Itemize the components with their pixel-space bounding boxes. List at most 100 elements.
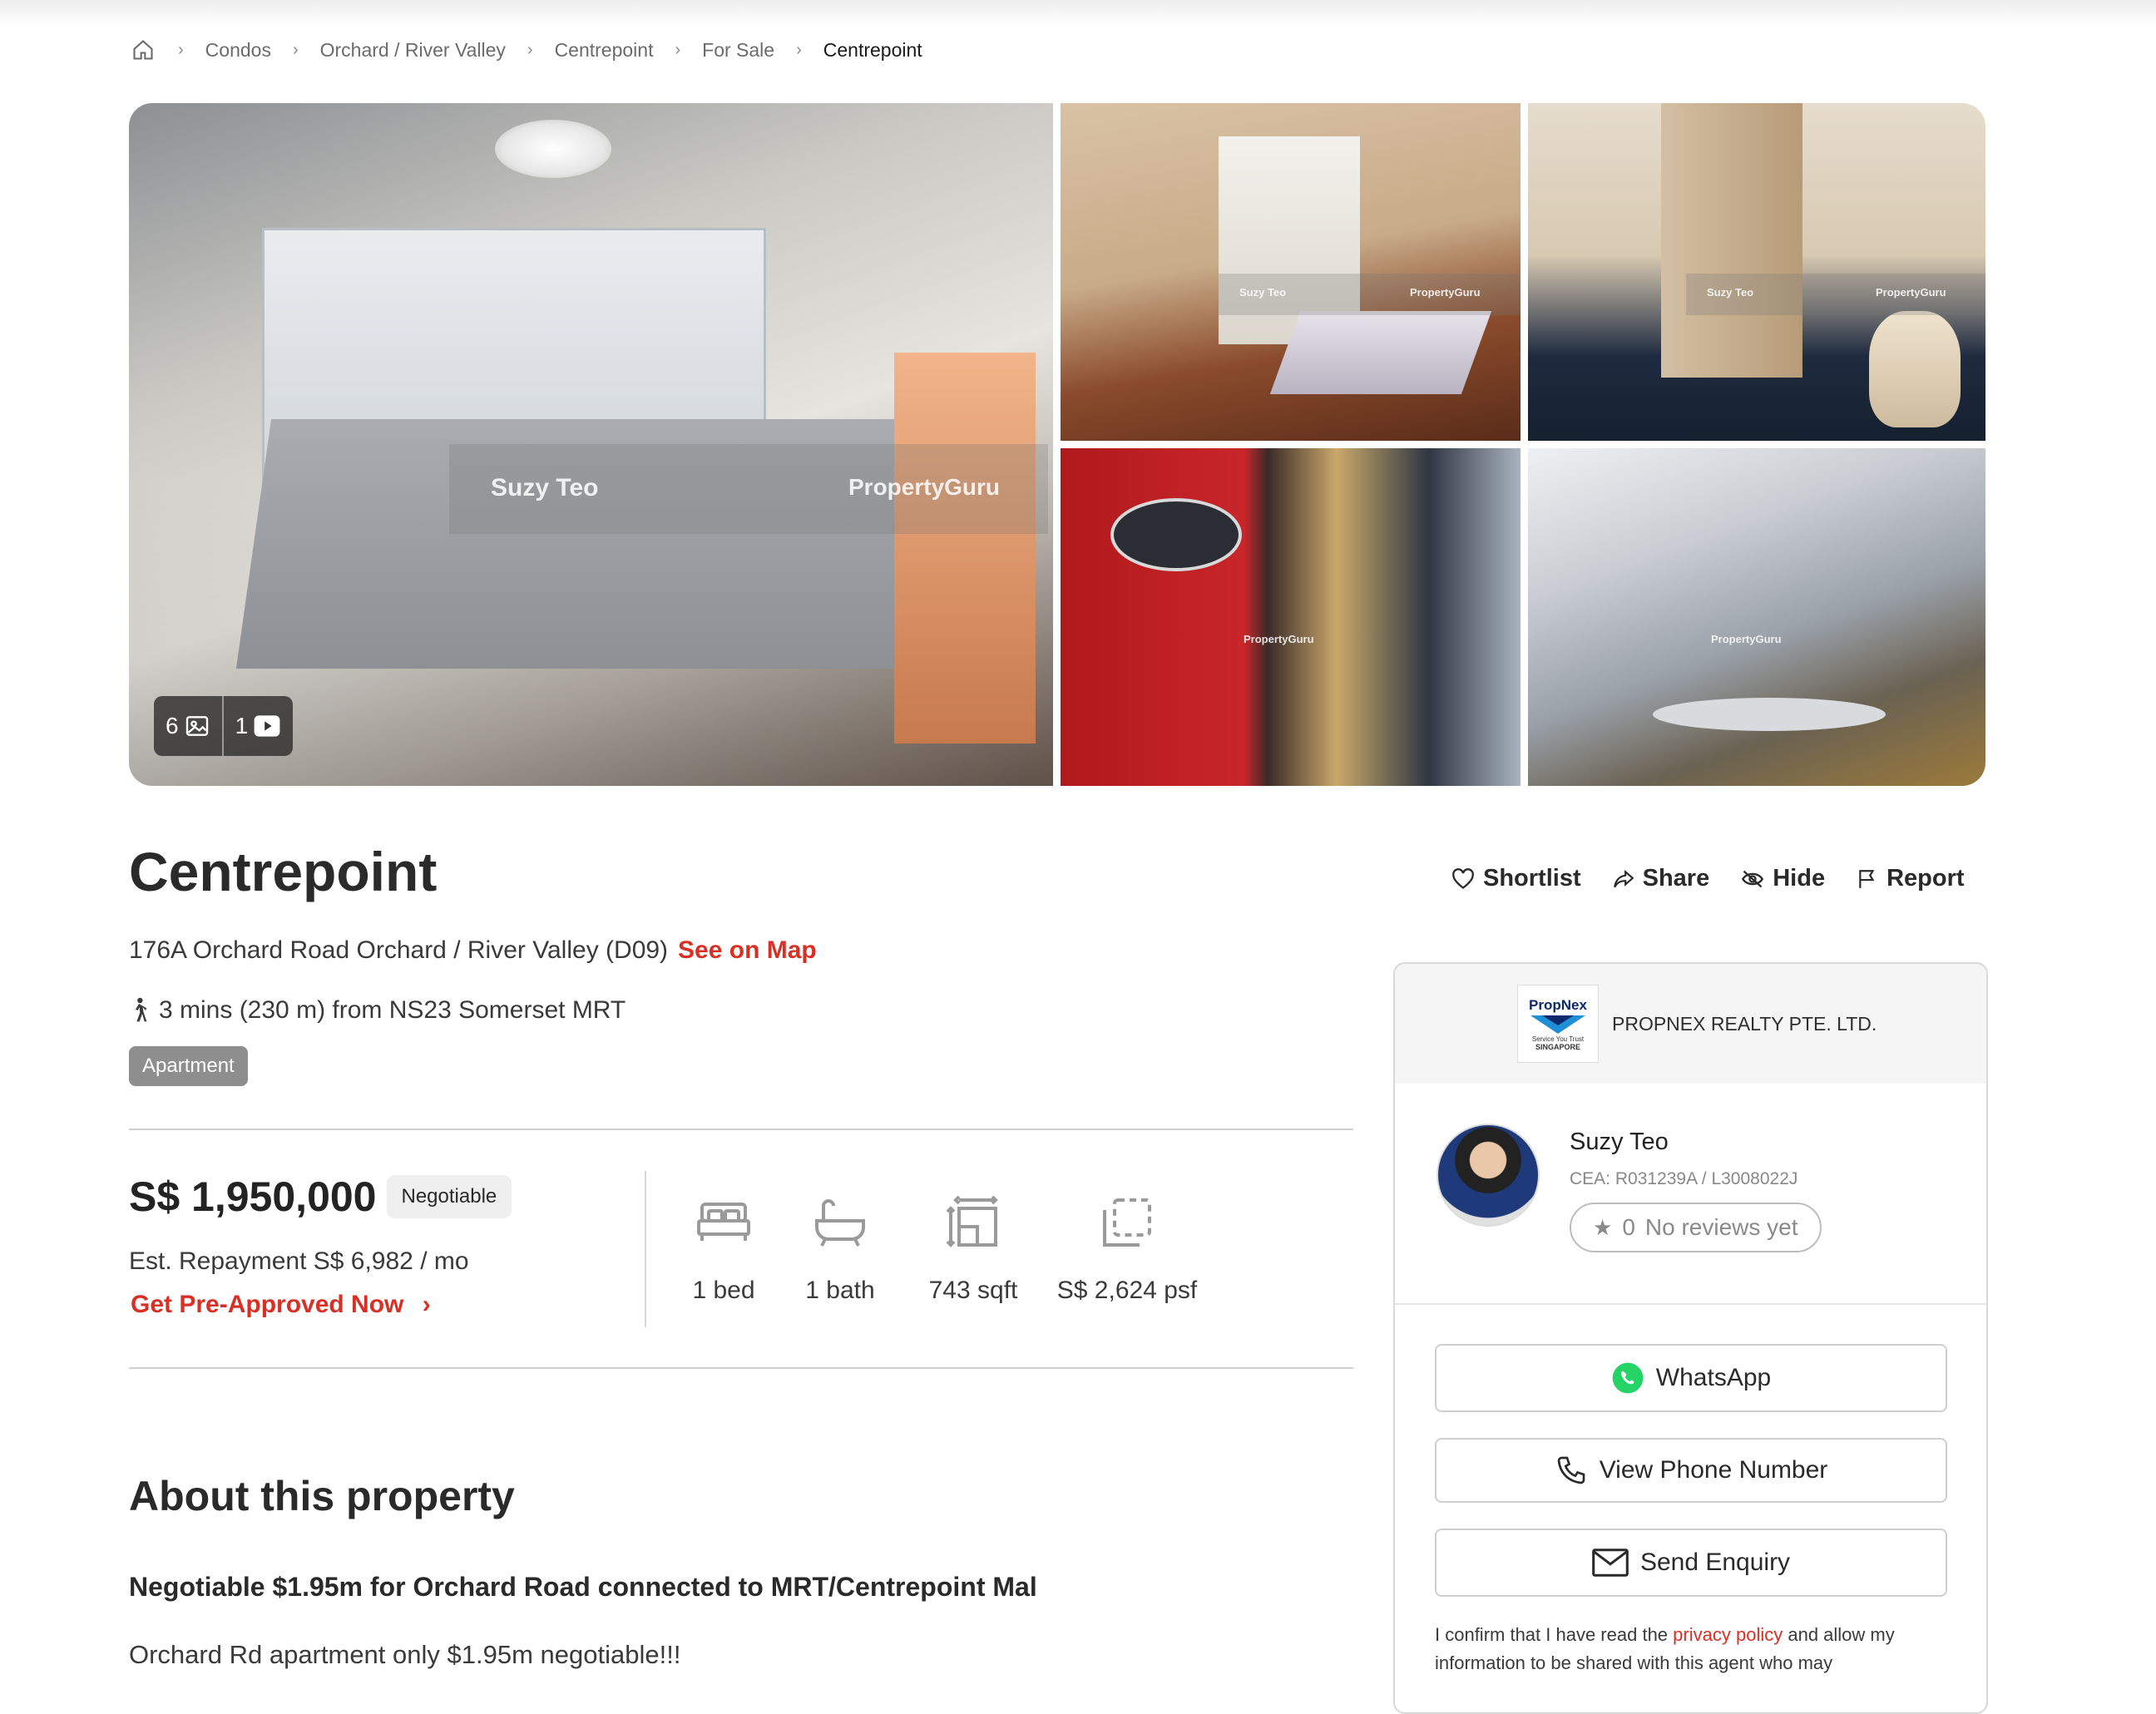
- bathroom-door: [1661, 103, 1802, 378]
- agency-name[interactable]: PROPNEX REALTY PTE. LTD.: [1612, 1013, 1877, 1035]
- propnex-chevron-icon: [1530, 1015, 1585, 1034]
- listing-title: Centrepoint: [129, 841, 438, 902]
- breadcrumb-condos[interactable]: Condos: [205, 39, 271, 62]
- address-text: 176A Orchard Road Orchard / River Valley…: [129, 936, 669, 964]
- agency-logo-text: PropNex: [1529, 996, 1587, 1013]
- see-on-map-link[interactable]: See on Map: [678, 936, 817, 965]
- share-icon: [1613, 869, 1634, 887]
- mrt-text: 3 mins (230 m) from NS23 Somerset MRT: [159, 996, 626, 1024]
- image-icon: [185, 716, 208, 736]
- photo-gallery[interactable]: Suzy Teo PropertyGuru 6 1 Suzy Teo Prope…: [129, 103, 1985, 786]
- mrt-distance: 3 mins (230 m) from NS23 Somerset MRT: [129, 996, 626, 1025]
- listing-headline: Negotiable $1.95m for Orchard Road conne…: [129, 1572, 1037, 1602]
- media-count-badge[interactable]: 6 1: [154, 696, 294, 756]
- photo-building-exterior[interactable]: PropertyGuru: [1061, 448, 1521, 786]
- agent-profile[interactable]: Suzy Teo CEA: R031239A / L3008022J ★ 0 N…: [1437, 1124, 1822, 1252]
- spec-baths: 1 bath: [774, 1193, 907, 1305]
- watermark-brand: PropertyGuru: [1876, 286, 1946, 299]
- ceiling-light: [495, 120, 611, 178]
- chevron-right-icon: ›: [527, 40, 533, 59]
- bathtub-icon: [813, 1193, 867, 1252]
- eye-off-icon: [1742, 870, 1764, 887]
- breadcrumb-project[interactable]: Centrepoint: [555, 39, 654, 62]
- listing-address: 176A Orchard Road Orchard / River Valley…: [129, 936, 817, 965]
- send-enquiry-label: Send Enquiry: [1639, 1549, 1791, 1576]
- watermark-agent: Suzy Teo: [491, 474, 599, 501]
- hide-button[interactable]: Hide: [1741, 865, 1825, 892]
- send-enquiry-button[interactable]: Send Enquiry: [1435, 1529, 1947, 1597]
- whatsapp-button[interactable]: WhatsApp: [1435, 1344, 1947, 1412]
- psf-text: S$ 2,624 psf: [1056, 1277, 1198, 1304]
- chevron-right-icon: ›: [292, 40, 299, 59]
- photo-count-value: 6: [166, 713, 179, 738]
- price: S$ 1,950,000: [129, 1173, 377, 1220]
- shortlist-button[interactable]: Shortlist: [1451, 865, 1581, 892]
- star-icon: ★: [1593, 1214, 1613, 1240]
- toilet: [1869, 311, 1961, 427]
- bed-icon: [695, 1193, 752, 1252]
- agency-header[interactable]: PropNex Service You Trust SINGAPORE PROP…: [1395, 964, 1986, 1084]
- photo-bedroom[interactable]: Suzy Teo PropertyGuru: [1061, 103, 1521, 441]
- bed: [1269, 311, 1492, 394]
- floor-area-icon: [946, 1193, 1001, 1252]
- reviews-text: No reviews yet: [1644, 1214, 1798, 1240]
- price-row: S$ 1,950,000 Negotiable: [129, 1173, 512, 1221]
- listing-description: Orchard Rd apartment only $1.95m negotia…: [129, 1640, 681, 1669]
- agent-cea-number: CEA: R031239A / L3008022J: [1570, 1169, 1798, 1188]
- view-phone-button[interactable]: View Phone Number: [1435, 1438, 1947, 1503]
- whatsapp-icon: [1612, 1362, 1644, 1394]
- privacy-policy-link[interactable]: privacy policy: [1673, 1624, 1783, 1645]
- review-count: 0: [1622, 1214, 1635, 1240]
- listing-actions: Shortlist Share Hide Report: [1451, 865, 1965, 892]
- watermark-brand: PropertyGuru: [1410, 286, 1481, 299]
- agency-logo-tagline: Service You Trust: [1531, 1035, 1585, 1043]
- property-type-badge: Apartment: [129, 1046, 248, 1086]
- breadcrumb: › Condos › Orchard / River Valley › Cent…: [131, 33, 922, 67]
- reviews-pill[interactable]: ★ 0 No reviews yet: [1570, 1203, 1822, 1252]
- walking-icon: [136, 997, 147, 1022]
- get-pre-approved-link[interactable]: Get Pre-Approved Now ›: [131, 1291, 431, 1319]
- mail-icon: [1592, 1549, 1629, 1577]
- home-icon[interactable]: [131, 37, 156, 62]
- breadcrumb-for-sale[interactable]: For Sale: [702, 39, 774, 62]
- divider: [129, 1129, 1353, 1130]
- video-count-value: 1: [235, 713, 249, 738]
- watermark-agent: Suzy Teo: [1239, 286, 1287, 299]
- heart-icon: [1452, 867, 1474, 889]
- agent-card: PropNex Service You Trust SINGAPORE PROP…: [1393, 962, 1988, 1714]
- photo-bathroom[interactable]: Suzy Teo PropertyGuru: [1528, 103, 1985, 441]
- main-photo-kitchen[interactable]: Suzy Teo PropertyGuru 6 1: [129, 103, 1053, 786]
- pre-approved-label: Get Pre-Approved Now: [131, 1291, 404, 1318]
- canopy: [1653, 698, 1886, 731]
- spec-beds: 1 bed: [674, 1193, 774, 1305]
- flag-icon: [1859, 869, 1875, 888]
- watermark-brand: PropertyGuru: [848, 474, 1001, 500]
- round-window: [1110, 498, 1242, 571]
- play-video-icon: [254, 715, 280, 737]
- report-label: Report: [1886, 865, 1965, 892]
- video-count[interactable]: 1: [221, 696, 294, 756]
- whatsapp-label: WhatsApp: [1655, 1364, 1772, 1391]
- photo-condo-facade[interactable]: PropertyGuru: [1528, 448, 1985, 786]
- share-button[interactable]: Share: [1613, 865, 1710, 892]
- agency-logo-country: SINGAPORE: [1535, 1042, 1580, 1051]
- chevron-right-icon: ›: [796, 40, 802, 59]
- breadcrumb-district[interactable]: Orchard / River Valley: [320, 39, 506, 62]
- agent-avatar[interactable]: [1437, 1124, 1540, 1227]
- breadcrumb-current: Centrepoint: [823, 38, 922, 61]
- consent-prefix: I confirm that I have read the: [1435, 1624, 1669, 1645]
- divider: [1395, 1303, 1986, 1305]
- spec-psf: S$ 2,624 psf: [1040, 1193, 1214, 1305]
- report-button[interactable]: Report: [1857, 865, 1965, 892]
- chevron-right-icon: ›: [178, 40, 184, 59]
- hide-label: Hide: [1773, 865, 1826, 892]
- photo-count[interactable]: 6: [154, 696, 222, 756]
- doorway: [894, 353, 1036, 743]
- consent-text: I confirm that I have read the privacy p…: [1435, 1621, 1951, 1677]
- spec-area: 743 sqft: [907, 1193, 1040, 1305]
- share-label: Share: [1642, 865, 1710, 892]
- watermark-brand: PropertyGuru: [1244, 633, 1314, 645]
- negotiable-badge: Negotiable: [386, 1175, 512, 1218]
- agent-name[interactable]: Suzy Teo: [1570, 1129, 1822, 1156]
- about-heading: About this property: [129, 1473, 515, 1519]
